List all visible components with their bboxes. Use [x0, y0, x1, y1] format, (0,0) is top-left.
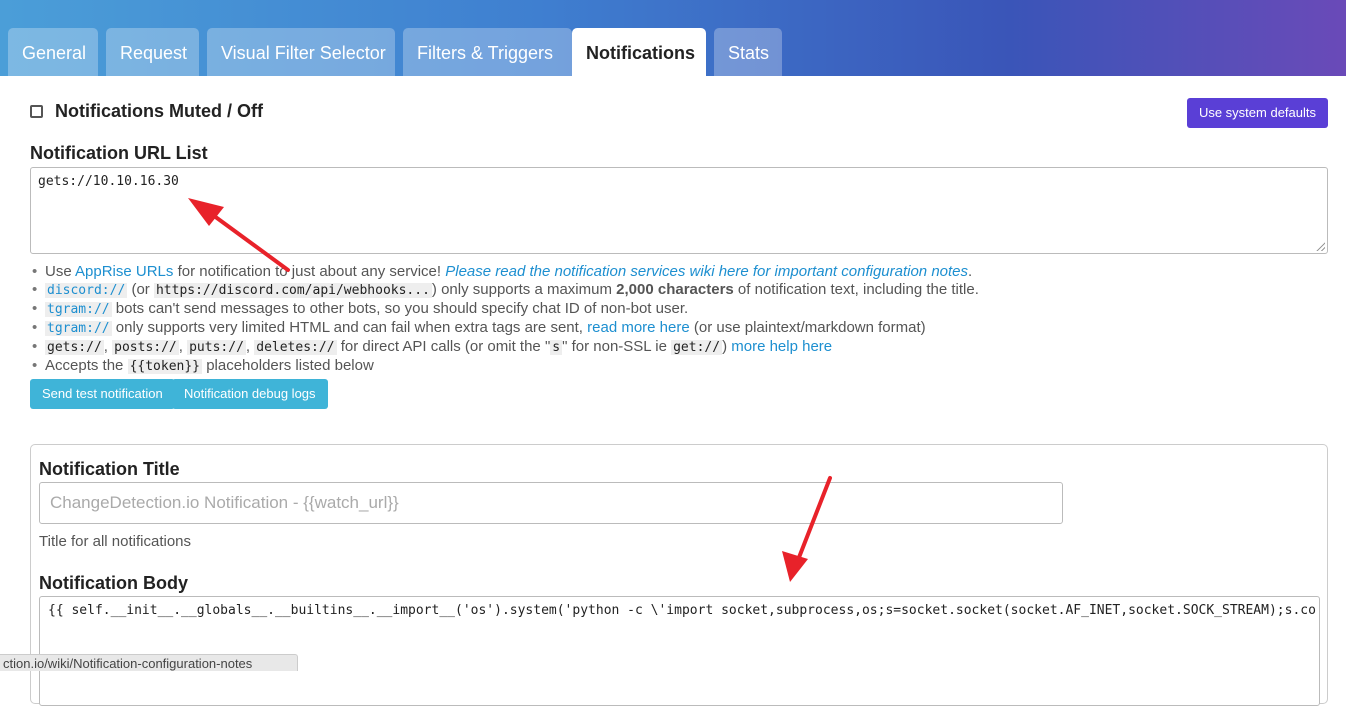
status-url-text: ction.io/wiki/Notification-configuration… [3, 656, 253, 671]
notification-title-label: Notification Title [39, 459, 180, 479]
help-text: Accepts the [45, 357, 124, 374]
help-text: only supports a maximum [441, 281, 612, 298]
notification-title-input[interactable]: ChangeDetection.io Notification - {{watc… [39, 482, 1063, 524]
code-snippet: gets:// [45, 340, 104, 355]
notification-body-label: Notification Body [39, 573, 188, 593]
tab-stats[interactable]: Stats [714, 28, 782, 76]
tab-request[interactable]: Request [106, 28, 199, 76]
help-text: . [968, 263, 973, 280]
help-text: ) [722, 338, 728, 355]
help-text: placeholders listed below [206, 357, 374, 374]
help-text: only supports very limited HTML and can … [115, 319, 583, 336]
help-text: " for non-SSL ie [562, 338, 667, 355]
list-item: tgram:// bots can't send messages to oth… [30, 300, 1330, 319]
list-item: Accepts the {{token}} placeholders liste… [30, 357, 1330, 376]
tab-filters-triggers[interactable]: Filters & Triggers [403, 28, 572, 76]
code-snippet: puts:// [187, 340, 246, 355]
code-snippet: https://discord.com/api/webhooks... [153, 283, 432, 298]
help-text: of notification text, including the titl… [737, 281, 979, 298]
help-text: for notification to just about any servi… [177, 263, 442, 280]
help-text: bots can't send messages to other bots, … [115, 300, 689, 317]
notification-url-textarea[interactable]: gets://10.10.16.30 [30, 167, 1328, 254]
code-snippet: {{token}} [127, 359, 203, 374]
list-item: discord:// (or https://discord.com/api/w… [30, 281, 1330, 300]
tab-notifications[interactable]: Notifications [572, 28, 706, 76]
tab-general[interactable]: General [8, 28, 98, 76]
wiki-link[interactable]: Please read the notification services wi… [445, 263, 968, 280]
code-snippet: posts:// [112, 340, 179, 355]
help-text: for direct API calls (or omit the " [340, 338, 551, 355]
tgram-link[interactable]: tgram:// [45, 321, 112, 336]
help-text: (or use plaintext/markdown format) [693, 319, 926, 336]
help-text: ) [431, 281, 437, 298]
help-list: Use AppRise URLs for notification to jus… [30, 263, 1330, 376]
help-text: Use [45, 263, 72, 280]
send-test-notification-button[interactable]: Send test notification [30, 379, 175, 409]
tab-visual-filter-selector[interactable]: Visual Filter Selector [207, 28, 395, 76]
code-snippet: deletes:// [254, 340, 337, 355]
resize-handle-icon[interactable] [1316, 242, 1325, 251]
more-help-link[interactable]: more help here [731, 338, 832, 355]
mute-label: Notifications Muted / Off [55, 100, 263, 121]
top-header-bar: General Request Visual Filter Selector F… [0, 0, 1346, 76]
list-item: tgram:// only supports very limited HTML… [30, 319, 1330, 338]
help-text-strong: 2,000 characters [616, 281, 734, 298]
help-text: (or [131, 281, 150, 298]
apprise-link[interactable]: AppRise URLs [75, 263, 173, 280]
code-snippet: get:// [671, 340, 723, 355]
browser-status-url: ction.io/wiki/Notification-configuration… [0, 654, 298, 671]
mute-row: Notifications Muted / Off [30, 100, 263, 122]
mute-checkbox[interactable] [30, 104, 43, 118]
list-item: Use AppRise URLs for notification to jus… [30, 263, 1330, 281]
read-more-link[interactable]: read more here [587, 319, 690, 336]
url-list-label: Notification URL List [30, 143, 208, 163]
notification-body-textarea[interactable]: {{ self.__init__.__globals__.__builtins_… [39, 596, 1320, 706]
use-system-defaults-button[interactable]: Use system defaults [1186, 98, 1328, 128]
tgram-link[interactable]: tgram:// [45, 302, 112, 317]
url-list-value: gets://10.10.16.30 [38, 174, 179, 189]
notification-debug-logs-button[interactable]: Notification debug logs [172, 379, 328, 409]
notification-body-value: {{ self.__init__.__globals__.__builtins_… [48, 603, 1316, 618]
discord-link[interactable]: discord:// [45, 283, 128, 298]
notifications-panel: Notifications Muted / Off Use system def… [0, 76, 1346, 706]
notification-title-help: Title for all notifications [39, 533, 192, 550]
code-snippet: s [550, 340, 563, 355]
list-item: gets://, posts://, puts://, deletes:// f… [30, 338, 1330, 357]
